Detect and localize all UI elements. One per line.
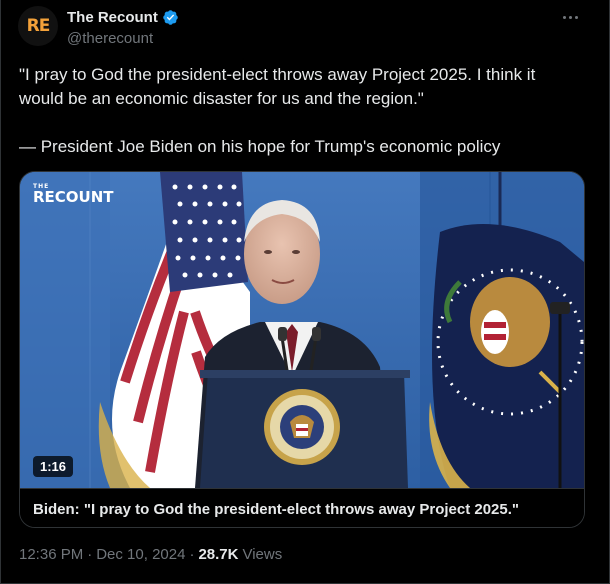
more-horizontal-icon[interactable] bbox=[555, 6, 585, 28]
meta-separator: · bbox=[189, 546, 195, 563]
video-card[interactable]: THE RECOUNT 1:16 Biden: "I pray to God t… bbox=[19, 171, 585, 528]
video-player[interactable]: THE RECOUNT 1:16 bbox=[20, 172, 584, 488]
video-duration-badge: 1:16 bbox=[33, 456, 74, 477]
tweet-text-line: — President Joe Biden on his hope for Tr… bbox=[19, 137, 501, 156]
more-dot bbox=[574, 15, 578, 19]
views-label: Views bbox=[242, 546, 283, 563]
verified-badge-icon[interactable] bbox=[162, 9, 179, 26]
tweet-time[interactable]: 12:36 PM bbox=[19, 546, 83, 563]
more-dot bbox=[562, 15, 566, 19]
author-name-row: The Recount bbox=[67, 9, 179, 26]
tweet-date[interactable]: Dec 10, 2024 bbox=[96, 546, 185, 563]
watermark-text: RECOUNT bbox=[33, 188, 114, 206]
avatar[interactable]: RE bbox=[18, 6, 58, 46]
meta-separator: · bbox=[87, 546, 93, 563]
views-count[interactable]: 28.7K bbox=[198, 546, 238, 563]
tweet-meta: 12:36 PM · Dec 10, 2024 · 28.7K Views bbox=[19, 546, 282, 563]
tweet-text: "I pray to God the president-elect throw… bbox=[19, 63, 589, 159]
display-name[interactable]: The Recount bbox=[67, 9, 158, 26]
more-dot bbox=[568, 15, 572, 19]
author-handle[interactable]: @therecount bbox=[67, 30, 153, 47]
tweet-text-line: would be an economic disaster for us and… bbox=[19, 89, 424, 108]
video-watermark: THE RECOUNT bbox=[33, 184, 114, 206]
video-frame bbox=[20, 172, 584, 488]
tweet-text-line: "I pray to God the president-elect throw… bbox=[19, 65, 536, 84]
tweet-card[interactable]: RE The Recount @therecount "I pray to Go… bbox=[0, 0, 610, 584]
video-caption[interactable]: Biden: "I pray to God the president-elec… bbox=[20, 488, 584, 527]
avatar-logo-text: RE bbox=[26, 16, 51, 36]
